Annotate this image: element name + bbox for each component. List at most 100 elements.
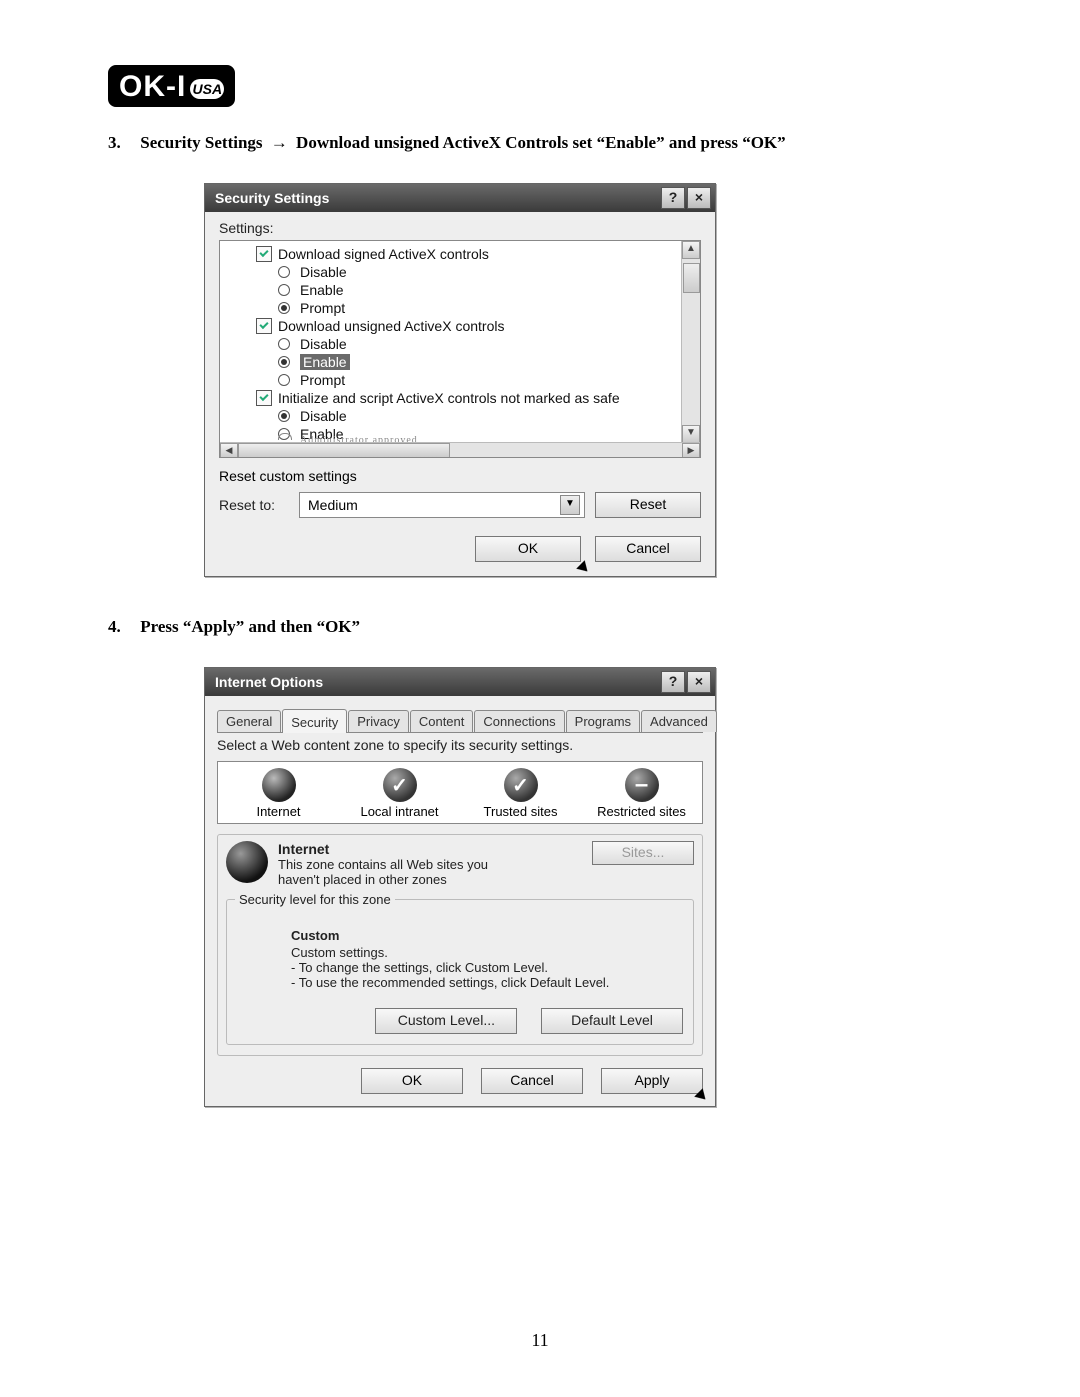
- reset-button[interactable]: Reset: [595, 492, 701, 518]
- zone-name: Internet: [278, 841, 592, 857]
- custom-level-button[interactable]: Custom Level...: [375, 1008, 517, 1034]
- custom-line-2: - To change the settings, click Custom L…: [291, 960, 683, 975]
- radio-icon[interactable]: [278, 266, 290, 278]
- zone-desc-2: haven't placed in other zones: [278, 872, 592, 887]
- logo-text: OK-I: [119, 70, 186, 103]
- scroll-thumb[interactable]: [683, 263, 700, 293]
- help-button[interactable]: ?: [661, 187, 685, 209]
- step-3-heading: 3. Security Settings → Download unsigned…: [108, 133, 972, 153]
- zone-item[interactable]: Trusted sites: [471, 768, 571, 819]
- scroll-up-icon[interactable]: ▲: [682, 241, 700, 259]
- radio-option[interactable]: Disable: [256, 407, 700, 425]
- zone-item[interactable]: Internet: [229, 768, 329, 819]
- zone-selector[interactable]: Internet Local intranet Trusted sites Restr…: [217, 761, 703, 824]
- step-3-text-b: Download unsigned ActiveX Controls set “…: [296, 133, 786, 152]
- radio-option[interactable]: Disable: [256, 263, 700, 281]
- tab-content[interactable]: Content: [410, 710, 474, 732]
- help-button[interactable]: ?: [661, 671, 685, 693]
- zone-item[interactable]: Local intranet: [350, 768, 450, 819]
- reset-to-select[interactable]: Medium ▼: [299, 492, 585, 518]
- radio-icon[interactable]: [278, 410, 290, 422]
- ok-button[interactable]: OK: [475, 536, 581, 562]
- scroll-left-icon[interactable]: ◀: [220, 443, 238, 458]
- tree-category: Initialize and script ActiveX controls n…: [256, 389, 700, 407]
- internet-options-dialog: Internet Options ? × GeneralSecurityPriv…: [204, 667, 716, 1107]
- radio-label: Enable: [300, 354, 350, 370]
- tab-strip: GeneralSecurityPrivacyContentConnections…: [217, 704, 703, 733]
- radio-label: Prompt: [300, 300, 345, 316]
- tab-general[interactable]: General: [217, 710, 281, 732]
- close-button[interactable]: ×: [687, 187, 711, 209]
- radio-icon[interactable]: [278, 374, 290, 386]
- radio-option[interactable]: Prompt: [256, 299, 700, 317]
- logo: OK-IUSA: [108, 65, 235, 107]
- radio-label: Disable: [300, 336, 347, 352]
- arrow-icon: →: [271, 133, 288, 152]
- ok-button[interactable]: OK: [361, 1068, 463, 1094]
- apply-button[interactable]: Apply: [601, 1068, 703, 1094]
- category-icon: [256, 246, 272, 262]
- cancel-button[interactable]: Cancel: [595, 536, 701, 562]
- reset-to-label: Reset to:: [219, 497, 289, 513]
- step-3-number: 3.: [108, 133, 136, 153]
- step-4-heading: 4. Press “Apply” and then “OK”: [108, 617, 972, 637]
- security-level-label: Security level for this zone: [235, 892, 395, 907]
- globe-icon: [226, 841, 268, 883]
- tab-privacy[interactable]: Privacy: [348, 710, 409, 732]
- category-icon: [256, 390, 272, 406]
- radio-label: Disable: [300, 408, 347, 424]
- tree-category: Download unsigned ActiveX controls: [256, 317, 700, 335]
- default-level-button[interactable]: Default Level: [541, 1008, 683, 1034]
- category-icon: [256, 318, 272, 334]
- radio-option[interactable]: Enable: [256, 281, 700, 299]
- page-number: 11: [0, 1330, 1080, 1351]
- dialog-title: Internet Options: [215, 674, 659, 690]
- step-4-number: 4.: [108, 617, 136, 637]
- radio-option[interactable]: Prompt: [256, 371, 700, 389]
- tab-advanced[interactable]: Advanced: [641, 710, 717, 732]
- scroll-down-icon[interactable]: ▼: [682, 425, 700, 443]
- chevron-down-icon[interactable]: ▼: [560, 495, 580, 515]
- vertical-scrollbar[interactable]: ▲ ▼: [681, 241, 700, 443]
- custom-line-3: - To use the recommended settings, click…: [291, 975, 683, 990]
- zone-label: Internet: [229, 804, 329, 819]
- reset-section-label: Reset custom settings: [219, 468, 701, 484]
- radio-icon[interactable]: [278, 284, 290, 296]
- radio-label: Disable: [300, 264, 347, 280]
- minus-icon: [625, 768, 659, 802]
- zone-label: Trusted sites: [471, 804, 571, 819]
- radio-icon: [278, 433, 292, 440]
- tab-programs[interactable]: Programs: [566, 710, 640, 732]
- hscroll-thumb[interactable]: [238, 443, 450, 458]
- reset-to-value: Medium: [308, 497, 358, 513]
- zone-desc-1: This zone contains all Web sites you: [278, 857, 592, 872]
- zone-label: Restricted sites: [592, 804, 692, 819]
- titlebar[interactable]: Security Settings ? ×: [205, 184, 715, 212]
- radio-icon[interactable]: [278, 302, 290, 314]
- globe-icon: [262, 768, 296, 802]
- radio-option[interactable]: Disable: [256, 335, 700, 353]
- zone-info-group: Internet This zone contains all Web site…: [217, 834, 703, 1056]
- sites-button[interactable]: Sites...: [592, 841, 694, 865]
- close-button[interactable]: ×: [687, 671, 711, 693]
- radio-option[interactable]: Enable: [256, 353, 700, 371]
- tab-security[interactable]: Security: [282, 709, 347, 733]
- tree-category: Download signed ActiveX controls: [256, 245, 700, 263]
- horizontal-scrollbar[interactable]: ◀ ▶: [220, 442, 700, 457]
- titlebar[interactable]: Internet Options ? ×: [205, 668, 715, 696]
- radio-label: Prompt: [300, 372, 345, 388]
- tab-connections[interactable]: Connections: [474, 710, 564, 732]
- custom-line-1: Custom settings.: [291, 945, 683, 960]
- step-3-text-a: Security Settings: [140, 133, 262, 152]
- radio-label: Enable: [300, 282, 344, 298]
- check-icon: [383, 768, 417, 802]
- step-4-text: Press “Apply” and then “OK”: [140, 617, 360, 636]
- radio-icon[interactable]: [278, 338, 290, 350]
- logo-usa-badge: USA: [190, 79, 224, 99]
- settings-listbox[interactable]: Download signed ActiveX controlsDisableE…: [219, 240, 701, 458]
- security-level-group: Security level for this zone Custom Cust…: [226, 899, 694, 1045]
- radio-icon[interactable]: [278, 356, 290, 368]
- zone-item[interactable]: Restricted sites: [592, 768, 692, 819]
- cancel-button[interactable]: Cancel: [481, 1068, 583, 1094]
- scroll-right-icon[interactable]: ▶: [682, 443, 700, 458]
